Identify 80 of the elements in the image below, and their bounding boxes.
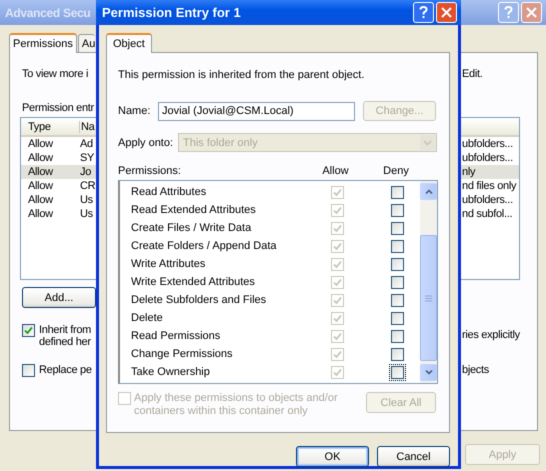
replace-label-tail: bjects: [462, 364, 489, 377]
column-header[interactable]: Na: [79, 120, 95, 132]
tab[interactable]: Permissions: [9, 33, 77, 53]
scrollbar[interactable]: [420, 181, 437, 383]
permission-name: Read Extended Attributes: [130, 204, 257, 216]
entry-apply-to[interactable]: ubfolders...: [460, 193, 519, 207]
entry-type[interactable]: Allow: [21, 179, 79, 193]
question-mark-icon: [504, 6, 513, 19]
deny-heading: Deny: [382, 165, 410, 177]
deny-checkbox[interactable]: [389, 274, 406, 290]
deny-checkbox[interactable]: [389, 238, 406, 254]
chevron-down-icon: [424, 370, 432, 375]
entry-name: Ad: [79, 137, 94, 151]
inherit-checkbox[interactable]: [22, 324, 35, 337]
name-field[interactable]: Jovial (Jovial@CSM.Local): [158, 102, 355, 120]
close-button[interactable]: [436, 2, 457, 23]
entry-type[interactable]: Allow: [21, 193, 79, 207]
tab[interactable]: Au: [78, 34, 96, 52]
entry-type[interactable]: Allow: [21, 137, 79, 151]
entry-name: Us: [79, 207, 94, 221]
deny-checkbox[interactable]: [389, 184, 406, 200]
dialog-button[interactable]: OK: [296, 446, 369, 467]
replace-checkbox[interactable]: [22, 364, 35, 377]
close-button[interactable]: [521, 2, 542, 23]
list-label: Permission entr: [22, 102, 94, 114]
scroll-down-button[interactable]: [420, 364, 437, 381]
allow-heading: Allow: [321, 165, 350, 177]
permission-name: Read Attributes: [130, 186, 208, 198]
inherited-notice: This permission is inherited from the parent object.: [118, 69, 366, 81]
window-title: Permission Entry for 1: [102, 5, 241, 20]
permission-name: Delete Subfolders and Files: [130, 294, 268, 306]
entry-name: SY: [79, 151, 95, 165]
permission-name: Create Folders / Append Data: [130, 240, 278, 252]
entry-type[interactable]: Allow: [21, 151, 79, 165]
add-button[interactable]: Add...: [22, 287, 96, 308]
window-title: Advanced Secu: [5, 6, 90, 20]
deny-checkbox[interactable]: [389, 220, 406, 236]
permission-name: Write Extended Attributes: [130, 276, 256, 288]
dialog-button[interactable]: Cancel: [377, 446, 450, 467]
permission-name: Delete: [130, 312, 164, 324]
replace-label: Replace pe: [39, 364, 92, 376]
entry-apply-to[interactable]: nd subfol...: [460, 207, 519, 221]
help-button[interactable]: [498, 2, 519, 23]
permission-name: Change Permissions: [130, 348, 234, 360]
entry-apply-to[interactable]: nd files only: [460, 179, 519, 193]
inherit-label-tail: ries explicitly: [462, 328, 520, 343]
permission-name: Create Files / Write Data: [130, 222, 252, 234]
grip-icon: [425, 294, 432, 302]
permission-name: Take Ownership: [130, 366, 211, 378]
instruction-text: Edit.: [462, 68, 483, 80]
scroll-up-button[interactable]: [420, 183, 437, 200]
question-mark-icon: [419, 6, 428, 19]
deny-checkbox[interactable]: [389, 328, 406, 344]
apply-onto-label: Apply onto:: [118, 136, 174, 148]
inherit-label: Inherit from defined her: [39, 324, 92, 348]
chevron-up-icon: [424, 189, 432, 194]
permission-name: Read Permissions: [130, 330, 222, 342]
chevron-down-icon: [423, 140, 432, 146]
help-button[interactable]: [413, 2, 434, 23]
deny-checkbox[interactable]: [389, 202, 406, 218]
instruction-text: To view more i: [22, 68, 88, 80]
tab[interactable]: Object: [106, 33, 152, 53]
deny-checkbox[interactable]: [389, 346, 406, 362]
name-label: Name:: [118, 105, 152, 117]
deny-checkbox[interactable]: [389, 310, 406, 326]
permission-name: Write Attributes: [130, 258, 206, 270]
column-header[interactable]: Type: [21, 120, 79, 132]
close-icon: [441, 7, 452, 18]
entry-name: Us: [79, 193, 94, 207]
deny-checkbox[interactable]: [389, 292, 406, 308]
entry-type[interactable]: Allow: [21, 207, 79, 221]
entry-apply-to[interactable]: ubfolders...: [460, 151, 519, 165]
entry-name: CR: [79, 179, 95, 193]
apply-to-children-label: Apply these permissions to objects and/or containers within this container only: [134, 392, 339, 418]
deny-checkbox[interactable]: [389, 364, 406, 380]
scroll-thumb[interactable]: [420, 235, 437, 361]
deny-checkbox[interactable]: [389, 256, 406, 272]
close-icon: [526, 7, 537, 18]
entry-apply-to[interactable]: ubfolders...: [460, 137, 519, 151]
permissions-label: Permissions:: [118, 165, 182, 177]
